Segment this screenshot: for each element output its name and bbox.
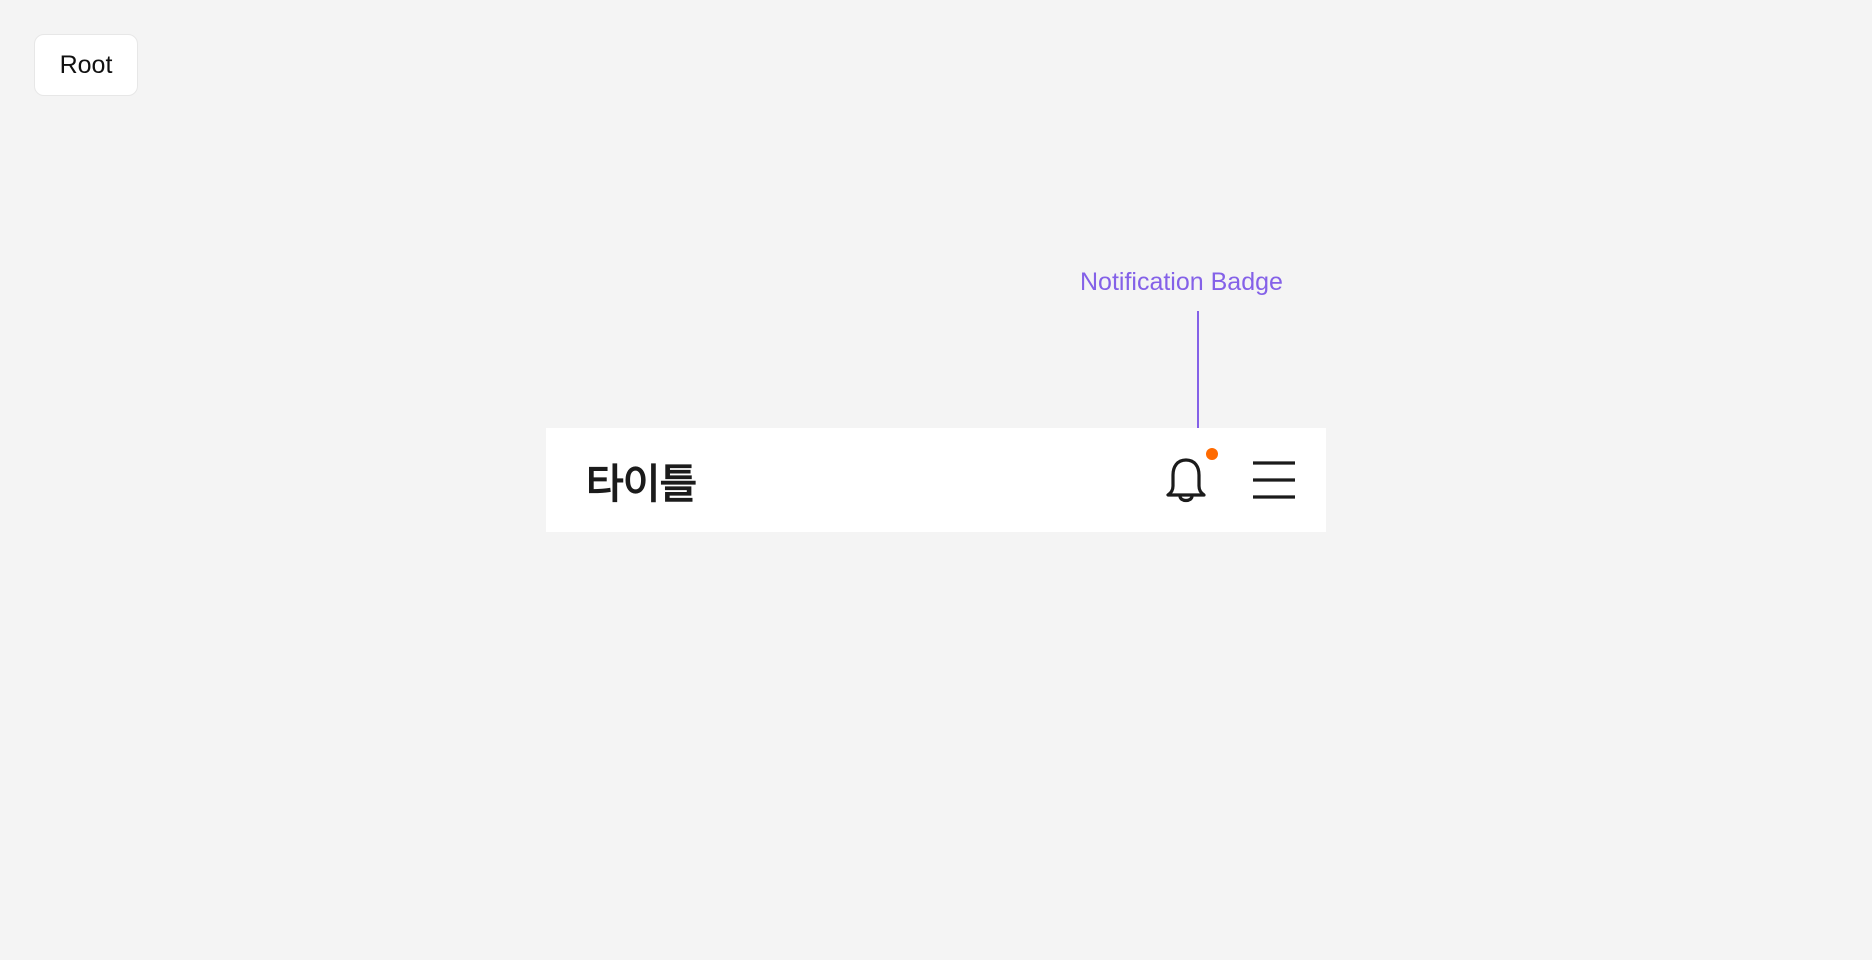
menu-button[interactable] <box>1246 454 1302 506</box>
notification-button[interactable] <box>1158 452 1214 508</box>
hamburger-menu-icon <box>1253 461 1295 499</box>
app-bar: 타이틀 <box>546 428 1326 532</box>
root-chip-label: Root <box>59 50 113 79</box>
notification-badge <box>1206 448 1218 460</box>
root-chip: Root <box>34 34 138 96</box>
annotation-label: Notification Badge <box>1080 268 1283 296</box>
page-title: 타이틀 <box>586 460 697 508</box>
bell-icon <box>1166 458 1206 503</box>
